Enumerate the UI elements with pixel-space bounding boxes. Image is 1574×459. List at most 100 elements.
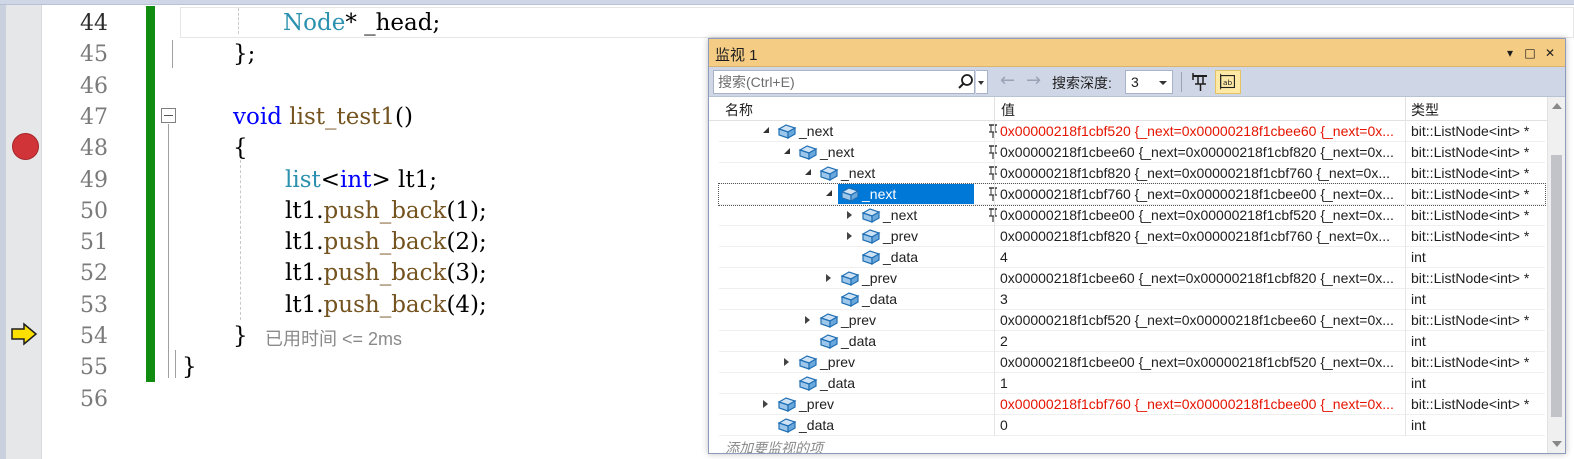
expand-arrow-icon[interactable]	[847, 211, 852, 219]
watch-value[interactable]: 0	[1000, 417, 1410, 433]
search-options-dropdown[interactable]	[976, 70, 988, 94]
expand-arrow-icon[interactable]	[784, 358, 789, 366]
watch-value[interactable]: 1	[1000, 375, 1410, 391]
watch-window[interactable]: 监视 1 ▾ □ ✕ ← → 搜索深度: 3	[708, 38, 1566, 454]
column-header-type[interactable]: 类型	[1411, 100, 1439, 120]
breakpoint-icon[interactable]	[12, 133, 39, 160]
watch-value[interactable]: 3	[1000, 291, 1410, 307]
watch-name-cell[interactable]: _prev	[838, 268, 918, 288]
watch-row[interactable]: _next 0x00000218f1cbee00 {_next=0x0000021…	[719, 205, 1545, 226]
watch-name-cell[interactable]: _next	[796, 142, 876, 162]
collapse-arrow-icon[interactable]	[784, 148, 790, 154]
watch-row[interactable]: _data 3 int	[719, 289, 1545, 310]
collapse-arrow-icon[interactable]	[826, 190, 832, 196]
code-text[interactable]: lt1.push_back(3);	[285, 260, 487, 286]
watch-name-cell[interactable]: _next	[838, 184, 974, 204]
watch-row[interactable]: _data 0 int	[719, 415, 1545, 436]
code-line[interactable]: 44 Node* _head;	[0, 7, 1574, 38]
search-input[interactable]	[714, 71, 954, 93]
watch-name-cell[interactable]: _data	[838, 289, 918, 309]
code-text[interactable]: void list_test1()	[233, 104, 413, 130]
watch-row[interactable]: _data 2 int	[719, 331, 1545, 352]
column-header-name[interactable]: 名称	[725, 100, 753, 120]
watch-row[interactable]: _prev 0x00000218f1cbee00 {_next=0x0000021…	[719, 352, 1545, 373]
pin-icon[interactable]	[987, 123, 999, 139]
hex-display-toggle[interactable]: ab	[1215, 70, 1241, 94]
code-text[interactable]: lt1.push_back(4);	[285, 292, 487, 318]
watch-name-cell[interactable]: _next	[775, 121, 855, 141]
search-previous-icon[interactable]: ←	[1000, 70, 1015, 91]
expand-arrow-icon[interactable]	[847, 232, 852, 240]
pin-icon[interactable]	[987, 165, 999, 181]
column-resizer[interactable]	[1405, 97, 1406, 121]
code-text[interactable]: lt1.push_back(2);	[285, 229, 487, 255]
watch-value[interactable]: 0x00000218f1cbf760 {_next=0x00000218f1cb…	[1000, 186, 1410, 202]
code-text[interactable]: }	[182, 354, 197, 380]
watch-name-cell[interactable]: _prev	[859, 226, 939, 246]
watch-row[interactable]: _prev 0x00000218f1cbf820 {_next=0x0000021…	[719, 226, 1545, 247]
expand-arrow-icon[interactable]	[826, 274, 831, 282]
pin-icon[interactable]	[987, 186, 999, 202]
expand-arrow-icon[interactable]	[805, 316, 810, 324]
watch-row[interactable]: _data 4 int	[719, 247, 1545, 268]
scroll-up-icon[interactable]	[1552, 103, 1562, 109]
watch-name-cell[interactable]: _data	[796, 373, 876, 393]
column-header-value[interactable]: 值	[1001, 100, 1015, 120]
watch-name-cell[interactable]: _prev	[796, 352, 876, 372]
add-watch-item[interactable]: 添加要监视的项	[725, 438, 823, 453]
code-text[interactable]: };	[233, 41, 255, 67]
watch-name-cell[interactable]: _prev	[817, 310, 897, 330]
search-next-icon[interactable]: →	[1026, 70, 1041, 91]
code-text[interactable]: list<int> lt1;	[285, 167, 437, 193]
watch-value[interactable]: 0x00000218f1cbf760 {_next=0x00000218f1cb…	[1000, 396, 1410, 412]
watch-row[interactable]: _prev 0x00000218f1cbf760 {_next=0x0000021…	[719, 394, 1545, 415]
window-options-icon[interactable]: ▾	[1501, 44, 1519, 62]
watch-value[interactable]: 2	[1000, 333, 1410, 349]
watch-value[interactable]: 0x00000218f1cbf520 {_next=0x00000218f1cb…	[1000, 123, 1410, 139]
column-divider	[1405, 247, 1406, 268]
close-icon[interactable]: ✕	[1541, 44, 1559, 62]
watch-value[interactable]: 0x00000218f1cbee60 {_next=0x00000218f1cb…	[1000, 144, 1410, 160]
watch-value[interactable]: 0x00000218f1cbee00 {_next=0x00000218f1cb…	[1000, 354, 1410, 370]
search-box[interactable]	[713, 70, 975, 94]
pin-icon[interactable]	[987, 207, 999, 223]
column-resizer[interactable]	[994, 97, 995, 121]
watch-title-bar[interactable]: 监视 1 ▾ □ ✕	[709, 39, 1565, 67]
pin-icon[interactable]	[987, 144, 999, 160]
column-divider	[1405, 268, 1406, 289]
collapse-arrow-icon[interactable]	[805, 169, 811, 175]
code-text[interactable]: lt1.push_back(1);	[285, 198, 487, 224]
code-text[interactable]: {	[233, 135, 248, 161]
watch-name-cell[interactable]: _next	[817, 163, 897, 183]
watch-row[interactable]: _prev 0x00000218f1cbee60 {_next=0x0000021…	[719, 268, 1545, 289]
watch-name-cell[interactable]: _data	[775, 415, 855, 435]
code-text[interactable]: }	[233, 323, 248, 349]
code-text[interactable]: Node* _head;	[283, 10, 440, 36]
maximize-icon[interactable]: □	[1521, 44, 1539, 62]
watch-value[interactable]: 0x00000218f1cbee00 {_next=0x00000218f1cb…	[1000, 207, 1410, 223]
watch-row[interactable]: _next 0x00000218f1cbf520 {_next=0x0000021…	[719, 121, 1545, 142]
watch-value[interactable]: 0x00000218f1cbf820 {_next=0x00000218f1cb…	[1000, 228, 1410, 244]
perf-tip[interactable]: 已用时间 <= 2ms	[265, 325, 402, 351]
search-depth-select[interactable]: 3	[1125, 70, 1173, 94]
vertical-scrollbar[interactable]	[1547, 97, 1565, 453]
watch-value[interactable]: 4	[1000, 249, 1410, 265]
watch-name-cell[interactable]: _prev	[775, 394, 855, 414]
scroll-thumb[interactable]	[1551, 155, 1562, 417]
scroll-down-icon[interactable]	[1552, 441, 1562, 447]
watch-value[interactable]: 0x00000218f1cbee60 {_next=0x00000218f1cb…	[1000, 270, 1410, 286]
watch-row[interactable]: _next 0x00000218f1cbf820 {_next=0x0000021…	[719, 163, 1545, 184]
watch-row[interactable]: _next 0x00000218f1cbf760 {_next=0x0000021…	[718, 183, 1546, 206]
expand-arrow-icon[interactable]	[763, 400, 768, 408]
watch-name-cell[interactable]: _data	[859, 247, 939, 267]
search-icon[interactable]	[957, 73, 975, 91]
watch-row[interactable]: _prev 0x00000218f1cbf520 {_next=0x0000021…	[719, 310, 1545, 331]
watch-name-cell[interactable]: _next	[859, 205, 939, 225]
watch-value[interactable]: 0x00000218f1cbf820 {_next=0x00000218f1cb…	[1000, 165, 1410, 181]
watch-row[interactable]: _data 1 int	[719, 373, 1545, 394]
collapse-arrow-icon[interactable]	[763, 127, 769, 133]
pin-icon[interactable]	[1189, 71, 1211, 93]
watch-name-cell[interactable]: _data	[817, 331, 897, 351]
watch-row[interactable]: _next 0x00000218f1cbee60 {_next=0x0000021…	[719, 142, 1545, 163]
watch-value[interactable]: 0x00000218f1cbf520 {_next=0x00000218f1cb…	[1000, 312, 1410, 328]
